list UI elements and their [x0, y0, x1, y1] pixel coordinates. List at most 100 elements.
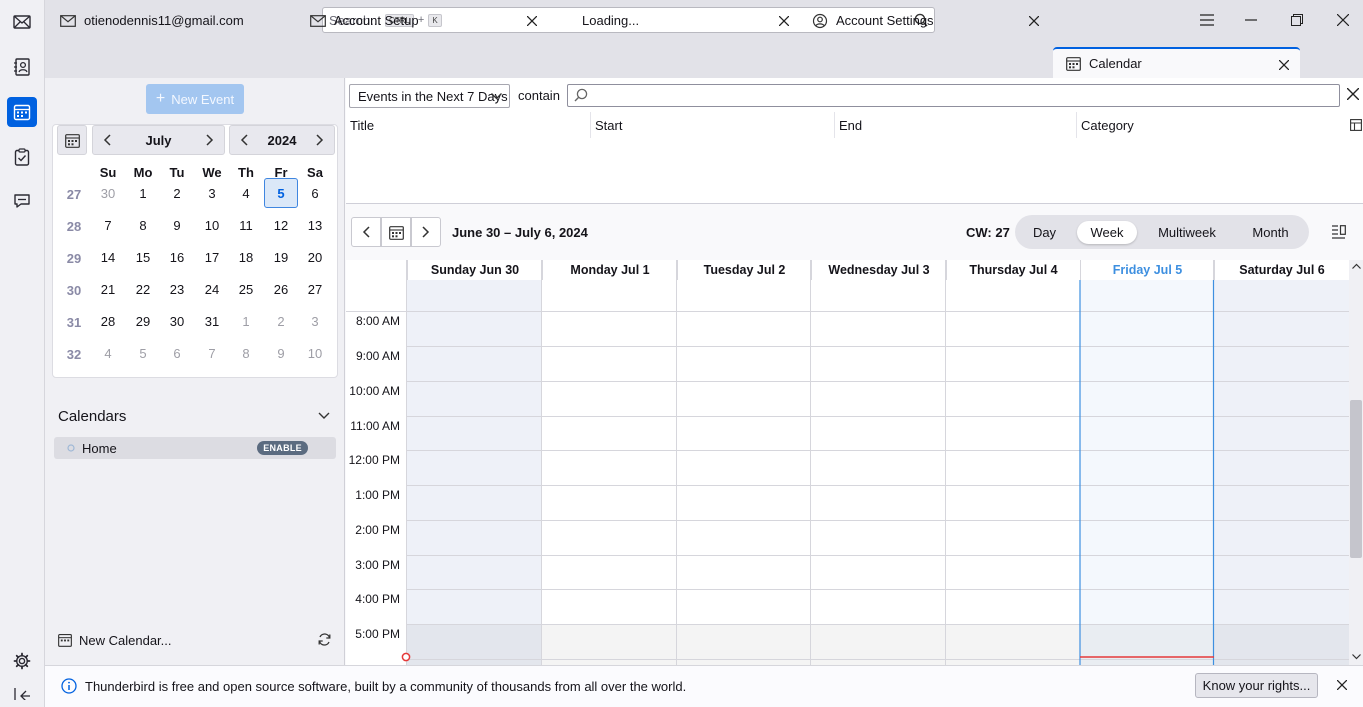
mini-day[interactable]: 17 — [195, 242, 229, 272]
scroll-up-icon[interactable] — [1352, 263, 1361, 269]
mini-day[interactable]: 14 — [91, 242, 125, 272]
mini-day[interactable]: 18 — [229, 242, 263, 272]
mini-day[interactable]: 6 — [298, 178, 332, 208]
close-tab-icon[interactable] — [776, 13, 792, 29]
mini-day[interactable]: 24 — [195, 274, 229, 304]
calendars-header[interactable]: Calendars — [58, 408, 336, 426]
mini-day[interactable]: 31 — [195, 306, 229, 336]
day-header-wednesday[interactable]: Wednesday Jul 3 — [811, 260, 946, 280]
mini-day[interactable]: 12 — [264, 210, 298, 240]
day-header-sunday[interactable]: Sunday Jun 30 — [407, 260, 542, 280]
mini-day[interactable]: 3 — [298, 306, 332, 336]
mini-day[interactable]: 25 — [229, 274, 263, 304]
enable-badge[interactable]: ENABLE — [257, 441, 308, 455]
calendar-item-home[interactable]: Home ENABLE — [54, 437, 336, 459]
day-header-saturday[interactable]: Saturday Jul 6 — [1214, 260, 1349, 280]
minimize-icon[interactable] — [1241, 10, 1261, 30]
mini-day[interactable]: 1 — [126, 178, 160, 208]
new-event-button[interactable]: + New Event — [146, 84, 244, 114]
mini-day[interactable]: 4 — [91, 338, 125, 368]
chevron-down-icon[interactable] — [318, 412, 330, 420]
sync-icon[interactable] — [317, 632, 332, 647]
mini-day[interactable]: 28 — [91, 306, 125, 336]
restore-icon[interactable] — [1287, 10, 1307, 30]
mini-day[interactable]: 7 — [195, 338, 229, 368]
column-picker-icon[interactable] — [1350, 119, 1362, 131]
mini-day[interactable]: 16 — [160, 242, 194, 272]
today-button[interactable] — [57, 125, 87, 155]
mini-day[interactable]: 30 — [91, 178, 125, 208]
mini-day-today[interactable]: 5 — [264, 178, 298, 208]
view-options-icon[interactable] — [1331, 225, 1346, 239]
mini-day[interactable]: 10 — [298, 338, 332, 368]
week-scrollbar[interactable] — [1349, 260, 1363, 665]
day-header-monday[interactable]: Monday Jul 1 — [542, 260, 677, 280]
close-notification-icon[interactable] — [1337, 680, 1347, 690]
mini-day[interactable]: 6 — [160, 338, 194, 368]
column-start[interactable]: Start — [591, 112, 835, 138]
close-tab-icon[interactable] — [524, 13, 540, 29]
mini-day[interactable]: 22 — [126, 274, 160, 304]
column-title[interactable]: Title — [346, 112, 591, 138]
view-month-tab[interactable]: Month — [1237, 221, 1304, 244]
mini-day[interactable]: 9 — [160, 210, 194, 240]
event-filter-select[interactable]: Events in the Next 7 Days — [349, 84, 510, 108]
tab-calendar[interactable]: Calendar — [1053, 47, 1300, 78]
mini-day[interactable]: 7 — [91, 210, 125, 240]
tab-mail[interactable]: otienodennis11@gmail.com — [48, 5, 296, 36]
view-day-tab[interactable]: Day — [1021, 221, 1068, 244]
close-window-icon[interactable] — [1333, 10, 1353, 30]
close-event-list-icon[interactable] — [1347, 88, 1359, 100]
day-header-friday-today[interactable]: Friday Jul 5 — [1080, 260, 1214, 280]
scroll-down-icon[interactable] — [1352, 654, 1361, 660]
tasks-icon[interactable] — [7, 142, 37, 172]
mini-day[interactable]: 13 — [298, 210, 332, 240]
tab-account-settings[interactable]: Account Settings — [800, 5, 1050, 36]
previous-year-icon[interactable] — [231, 126, 257, 154]
view-week-tab[interactable]: Week — [1077, 221, 1137, 244]
mini-day[interactable]: 11 — [229, 210, 263, 240]
mini-day[interactable]: 30 — [160, 306, 194, 336]
mini-day[interactable]: 2 — [264, 306, 298, 336]
tab-loading[interactable]: Loading... — [570, 5, 800, 36]
mail-icon[interactable] — [7, 7, 37, 37]
previous-week-button[interactable] — [351, 217, 381, 247]
mini-day[interactable]: 2 — [160, 178, 194, 208]
mini-day[interactable]: 20 — [298, 242, 332, 272]
next-week-button[interactable] — [411, 217, 441, 247]
mini-day[interactable]: 21 — [91, 274, 125, 304]
column-category[interactable]: Category — [1077, 112, 1347, 138]
calendar-icon[interactable] — [7, 97, 37, 127]
today-nav-button[interactable] — [381, 217, 411, 247]
mini-day[interactable]: 19 — [264, 242, 298, 272]
collapse-spaces-icon[interactable] — [7, 688, 37, 707]
mini-day[interactable]: 9 — [264, 338, 298, 368]
know-your-rights-button[interactable]: Know your rights... — [1195, 673, 1318, 698]
mini-day[interactable]: 23 — [160, 274, 194, 304]
mini-day[interactable]: 3 — [195, 178, 229, 208]
mini-day[interactable]: 1 — [229, 306, 263, 336]
new-calendar-button[interactable]: New Calendar... — [58, 630, 336, 650]
close-tab-icon[interactable] — [1026, 13, 1042, 29]
day-header-thursday[interactable]: Thursday Jul 4 — [946, 260, 1080, 280]
settings-gear-icon[interactable] — [7, 646, 37, 676]
close-tab-icon[interactable] — [1276, 57, 1292, 73]
mini-day[interactable]: 8 — [126, 210, 160, 240]
address-book-icon[interactable] — [7, 52, 37, 82]
mini-day[interactable]: 8 — [229, 338, 263, 368]
event-search-input[interactable] — [567, 84, 1340, 107]
view-multiweek-tab[interactable]: Multiweek — [1146, 221, 1228, 244]
scroll-thumb[interactable] — [1350, 400, 1362, 558]
mini-day[interactable]: 4 — [229, 178, 263, 208]
tab-account-setup[interactable]: Account Setup — [298, 5, 548, 36]
mini-day[interactable]: 27 — [298, 274, 332, 304]
next-month-icon[interactable] — [197, 126, 223, 154]
chat-icon[interactable] — [7, 186, 37, 216]
mini-day[interactable]: 15 — [126, 242, 160, 272]
day-header-tuesday[interactable]: Tuesday Jul 2 — [677, 260, 811, 280]
previous-month-icon[interactable] — [94, 126, 120, 154]
next-year-icon[interactable] — [307, 126, 333, 154]
mini-day[interactable]: 29 — [126, 306, 160, 336]
mini-day[interactable]: 26 — [264, 274, 298, 304]
mini-day[interactable]: 10 — [195, 210, 229, 240]
